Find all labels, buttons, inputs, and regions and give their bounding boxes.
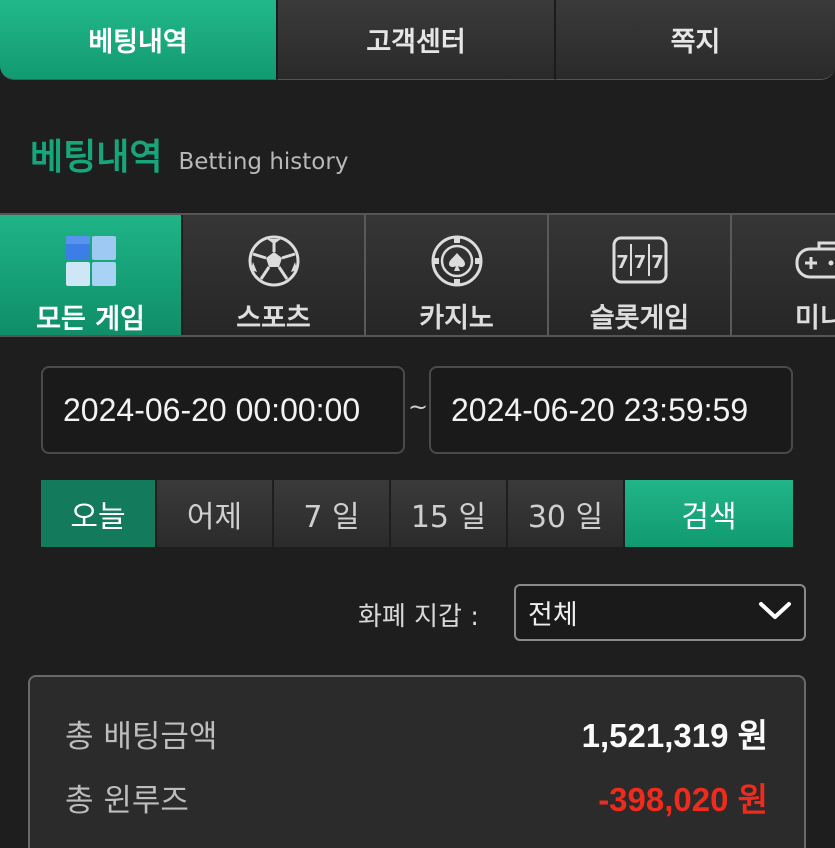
page-title: 베팅내역 Betting history <box>30 128 348 180</box>
total-bet-value: 1,521,319 원 <box>581 717 768 754</box>
casino-chip-icon <box>429 233 485 288</box>
end-date-input[interactable]: 2024-06-20 23:59:59 <box>429 366 793 454</box>
category-slot-games[interactable]: 7 7 7 슬롯게임 <box>549 215 732 335</box>
range-today-button[interactable]: 오늘 <box>41 480 157 547</box>
top-tab-bar: 베팅내역 고객센터 쪽지 <box>0 0 835 82</box>
quick-range-buttons: 오늘 어제 7 일 15 일 30 일 검색 <box>41 480 793 547</box>
soccer-ball-icon <box>246 233 302 288</box>
game-category-tabs: 모든 게임 스포츠 카지노 7 7 7 슬롯게임 미 <box>0 213 835 337</box>
tab-customer-center[interactable]: 고객센터 <box>278 0 556 80</box>
tab-messages[interactable]: 쪽지 <box>556 0 835 80</box>
total-bet-label: 총 배팅금액 <box>65 718 218 755</box>
category-label: 미니 <box>795 303 835 334</box>
category-label: 모든 게임 <box>36 304 145 335</box>
category-casino[interactable]: 카지노 <box>366 215 549 335</box>
date-range-separator: ~ <box>408 393 429 421</box>
start-date-input[interactable]: 2024-06-20 00:00:00 <box>41 366 405 454</box>
category-sports[interactable]: 스포츠 <box>183 215 366 335</box>
tab-betting-history[interactable]: 베팅내역 <box>0 0 278 80</box>
slot-machine-icon: 7 7 7 <box>612 233 668 288</box>
page-title-english: Betting history <box>178 149 349 175</box>
total-winloss-label: 총 윈루즈 <box>65 782 189 819</box>
category-label: 스포츠 <box>236 303 311 334</box>
category-label: 슬롯게임 <box>589 303 690 334</box>
total-bet-row: 총 배팅금액 1,521,319 원 <box>65 709 768 757</box>
page-title-korean: 베팅내역 <box>30 137 163 178</box>
search-button[interactable]: 검색 <box>625 480 793 547</box>
category-all-games[interactable]: 모든 게임 <box>0 215 183 335</box>
category-mini[interactable]: 미니 <box>732 215 835 335</box>
currency-selected-value: 전체 <box>528 600 578 631</box>
gamepad-icon <box>795 233 835 288</box>
currency-wallet-label: 화폐 지갑 : <box>358 602 479 632</box>
total-winloss-row: 총 윈루즈 -398,020 원 <box>65 773 768 821</box>
start-date-value: 2024-06-20 00:00:00 <box>63 391 361 428</box>
chevron-down-icon <box>758 601 792 625</box>
range-yesterday-button[interactable]: 어제 <box>157 480 274 547</box>
all-games-icon <box>63 233 119 289</box>
currency-wallet-select[interactable]: 전체 <box>514 584 806 641</box>
range-7-days-button[interactable]: 7 일 <box>274 480 391 547</box>
svg-text:7: 7 <box>651 252 664 273</box>
svg-text:7: 7 <box>633 252 646 273</box>
range-15-days-button[interactable]: 15 일 <box>391 480 508 547</box>
category-label: 카지노 <box>419 303 494 334</box>
range-30-days-button[interactable]: 30 일 <box>508 480 625 547</box>
end-date-value: 2024-06-20 23:59:59 <box>451 391 749 428</box>
betting-summary-panel: 총 배팅금액 1,521,319 원 총 윈루즈 -398,020 원 <box>28 675 806 848</box>
total-winloss-value: -398,020 원 <box>598 781 768 818</box>
svg-text:7: 7 <box>616 252 629 273</box>
